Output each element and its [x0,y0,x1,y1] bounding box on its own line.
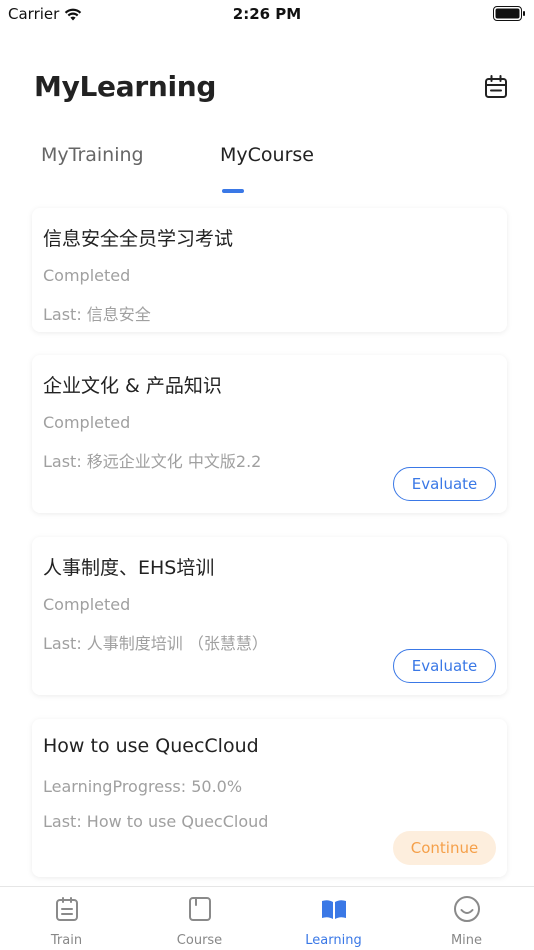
status-bar: Carrier 2:26 PM [0,0,534,30]
tabbar-label: Mine [450,933,483,948]
course-status: Completed [43,266,131,285]
tabbar-item-train[interactable]: Train [0,887,133,950]
course-card[interactable]: 企业文化 & 产品知识 Completed Last: 移远企业文化 中文版2.… [32,355,507,513]
course-card[interactable]: 信息安全全员学习考试 Completed Last: 信息安全 [32,208,507,332]
course-title: 企业文化 & 产品知识 [43,375,222,397]
course-last-lesson: Last: 移远企业文化 中文版2.2 [43,452,262,471]
tab-mycourse[interactable]: MyCourse [220,144,314,166]
page-title: MyLearning [34,70,217,103]
course-title: 信息安全全员学习考试 [43,228,234,250]
bottom-tab-bar: Train Course Learning Mine [0,886,534,950]
tabbar-item-course[interactable]: Course [133,887,266,950]
train-icon [53,895,81,923]
course-status: Completed [43,595,131,614]
tabbar-label: Train [50,933,83,948]
tabbar-label: Course [176,933,223,948]
continue-button[interactable]: Continue [393,831,496,865]
status-time: 2:26 PM [232,5,302,23]
active-tab-indicator [222,189,244,193]
course-card[interactable]: 人事制度、EHS培训 Completed Last: 人事制度培训 （张慧慧） … [32,537,507,695]
course-last-lesson: Last: 人事制度培训 （张慧慧） [43,634,268,653]
course-progress: LearningProgress: 50.0% [43,777,243,796]
course-last-lesson: Last: How to use QuecCloud [43,812,269,831]
book-open-icon [320,895,348,923]
course-title: How to use QuecCloud [43,735,259,757]
course-title: 人事制度、EHS培训 [43,557,215,579]
tabbar-item-mine[interactable]: Mine [400,887,533,950]
evaluate-button[interactable]: Evaluate [393,649,496,683]
course-card[interactable]: How to use QuecCloud LearningProgress: 5… [32,719,507,877]
tabbar-label: Learning [305,933,362,948]
tabbar-item-learning[interactable]: Learning [267,887,400,950]
calendar-icon[interactable] [482,73,510,101]
battery-icon [493,6,526,25]
course-status: Completed [43,413,131,432]
course-icon [186,895,214,923]
course-last-lesson: Last: 信息安全 [43,305,151,324]
smile-icon [453,895,481,923]
tab-mytraining[interactable]: MyTraining [41,144,144,166]
evaluate-button[interactable]: Evaluate [393,467,496,501]
